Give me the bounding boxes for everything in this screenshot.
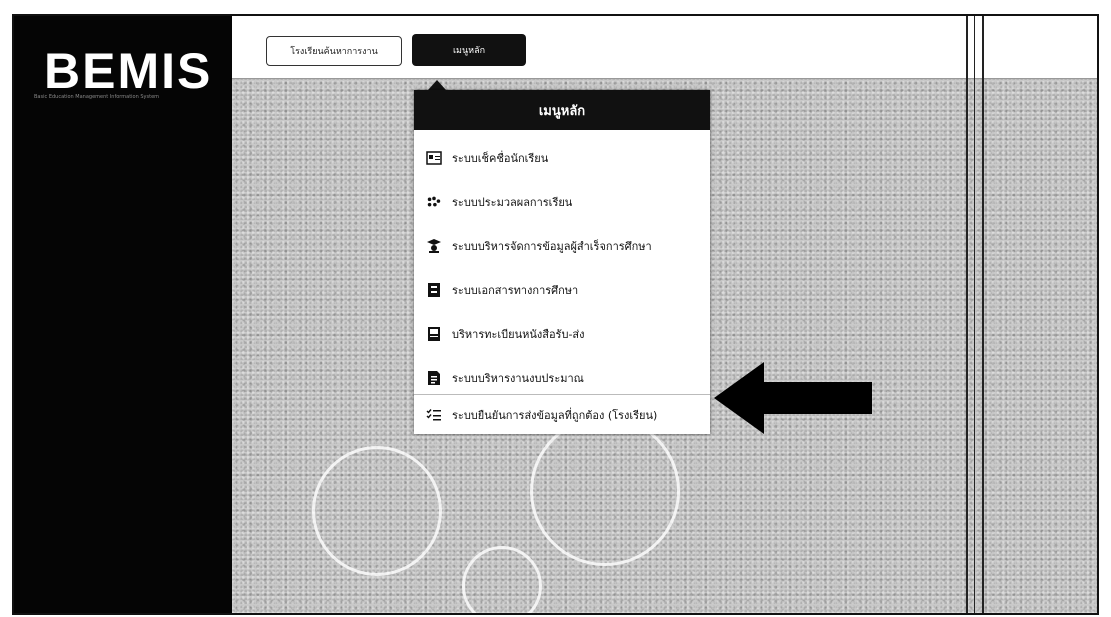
menu-item-label: ระบบบริหารจัดการข้อมูลผู้สำเร็จการศึกษา xyxy=(452,240,652,253)
decorative-circle-left xyxy=(312,446,442,576)
bemis-logo: BEMIS xyxy=(44,43,213,99)
checklist-icon xyxy=(426,407,442,423)
logo-subtitle: Basic Education Management Information S… xyxy=(34,94,160,100)
vertical-line xyxy=(982,16,984,613)
menu-item-graduate-data[interactable]: ระบบบริหารจัดการข้อมูลผู้สำเร็จการศึกษา xyxy=(414,226,710,266)
menu-caret xyxy=(428,80,446,90)
school-button[interactable]: โรงเรียนค้นหาการงาน xyxy=(266,36,402,66)
menu-item-grade-processing[interactable]: ระบบประมวลผลการเรียน xyxy=(414,182,710,222)
decorative-circle-center xyxy=(530,416,680,566)
sidebar: BEMIS Basic Education Management Informa… xyxy=(14,16,232,613)
menu-item-budget-management[interactable]: ระบบบริหารงานงบประมาณ xyxy=(414,358,710,398)
graduate-icon xyxy=(426,238,442,254)
menu-item-label: ระบบเช็คชื่อนักเรียน xyxy=(452,152,549,165)
menu-item-document-registry[interactable]: บริหารทะเบียนหนังสือรับ-ส่ง xyxy=(414,314,710,354)
pointer-arrow-icon xyxy=(714,362,872,434)
menu-item-label: ระบบเอกสารทางการศึกษา xyxy=(452,284,579,297)
book-icon xyxy=(426,282,442,298)
main-menu-button[interactable]: เมนูหลัก xyxy=(412,34,526,66)
decorative-circle-bottom xyxy=(462,546,542,613)
app-window: BEMIS Basic Education Management Informa… xyxy=(12,14,1099,615)
menu-item-label: ระบบยืนยันการส่งข้อมูลที่ถูกต้อง (โรงเรี… xyxy=(452,408,658,422)
users-icon xyxy=(426,194,442,210)
vertical-line xyxy=(966,16,968,613)
menu-item-confirm-data-submission[interactable]: ระบบยืนยันการส่งข้อมูลที่ถูกต้อง (โรงเรี… xyxy=(414,394,710,434)
vertical-line xyxy=(974,16,975,613)
menu-item-label: ระบบประมวลผลการเรียน xyxy=(452,196,573,209)
menu-title: เมนูหลัก xyxy=(414,90,710,130)
main-menu-dropdown: เมนูหลัก ระบบเช็คชื่อนักเรียน ระบบประมวล… xyxy=(414,90,710,434)
menu-item-label: บริหารทะเบียนหนังสือรับ-ส่ง xyxy=(452,328,585,341)
menu-item-education-documents[interactable]: ระบบเอกสารทางการศึกษา xyxy=(414,270,710,310)
inbox-icon xyxy=(426,326,442,342)
id-card-icon xyxy=(426,150,442,166)
menu-item-label: ระบบบริหารงานงบประมาณ xyxy=(452,372,584,385)
budget-icon xyxy=(426,370,442,386)
menu-item-student-attendance[interactable]: ระบบเช็คชื่อนักเรียน xyxy=(414,138,710,178)
